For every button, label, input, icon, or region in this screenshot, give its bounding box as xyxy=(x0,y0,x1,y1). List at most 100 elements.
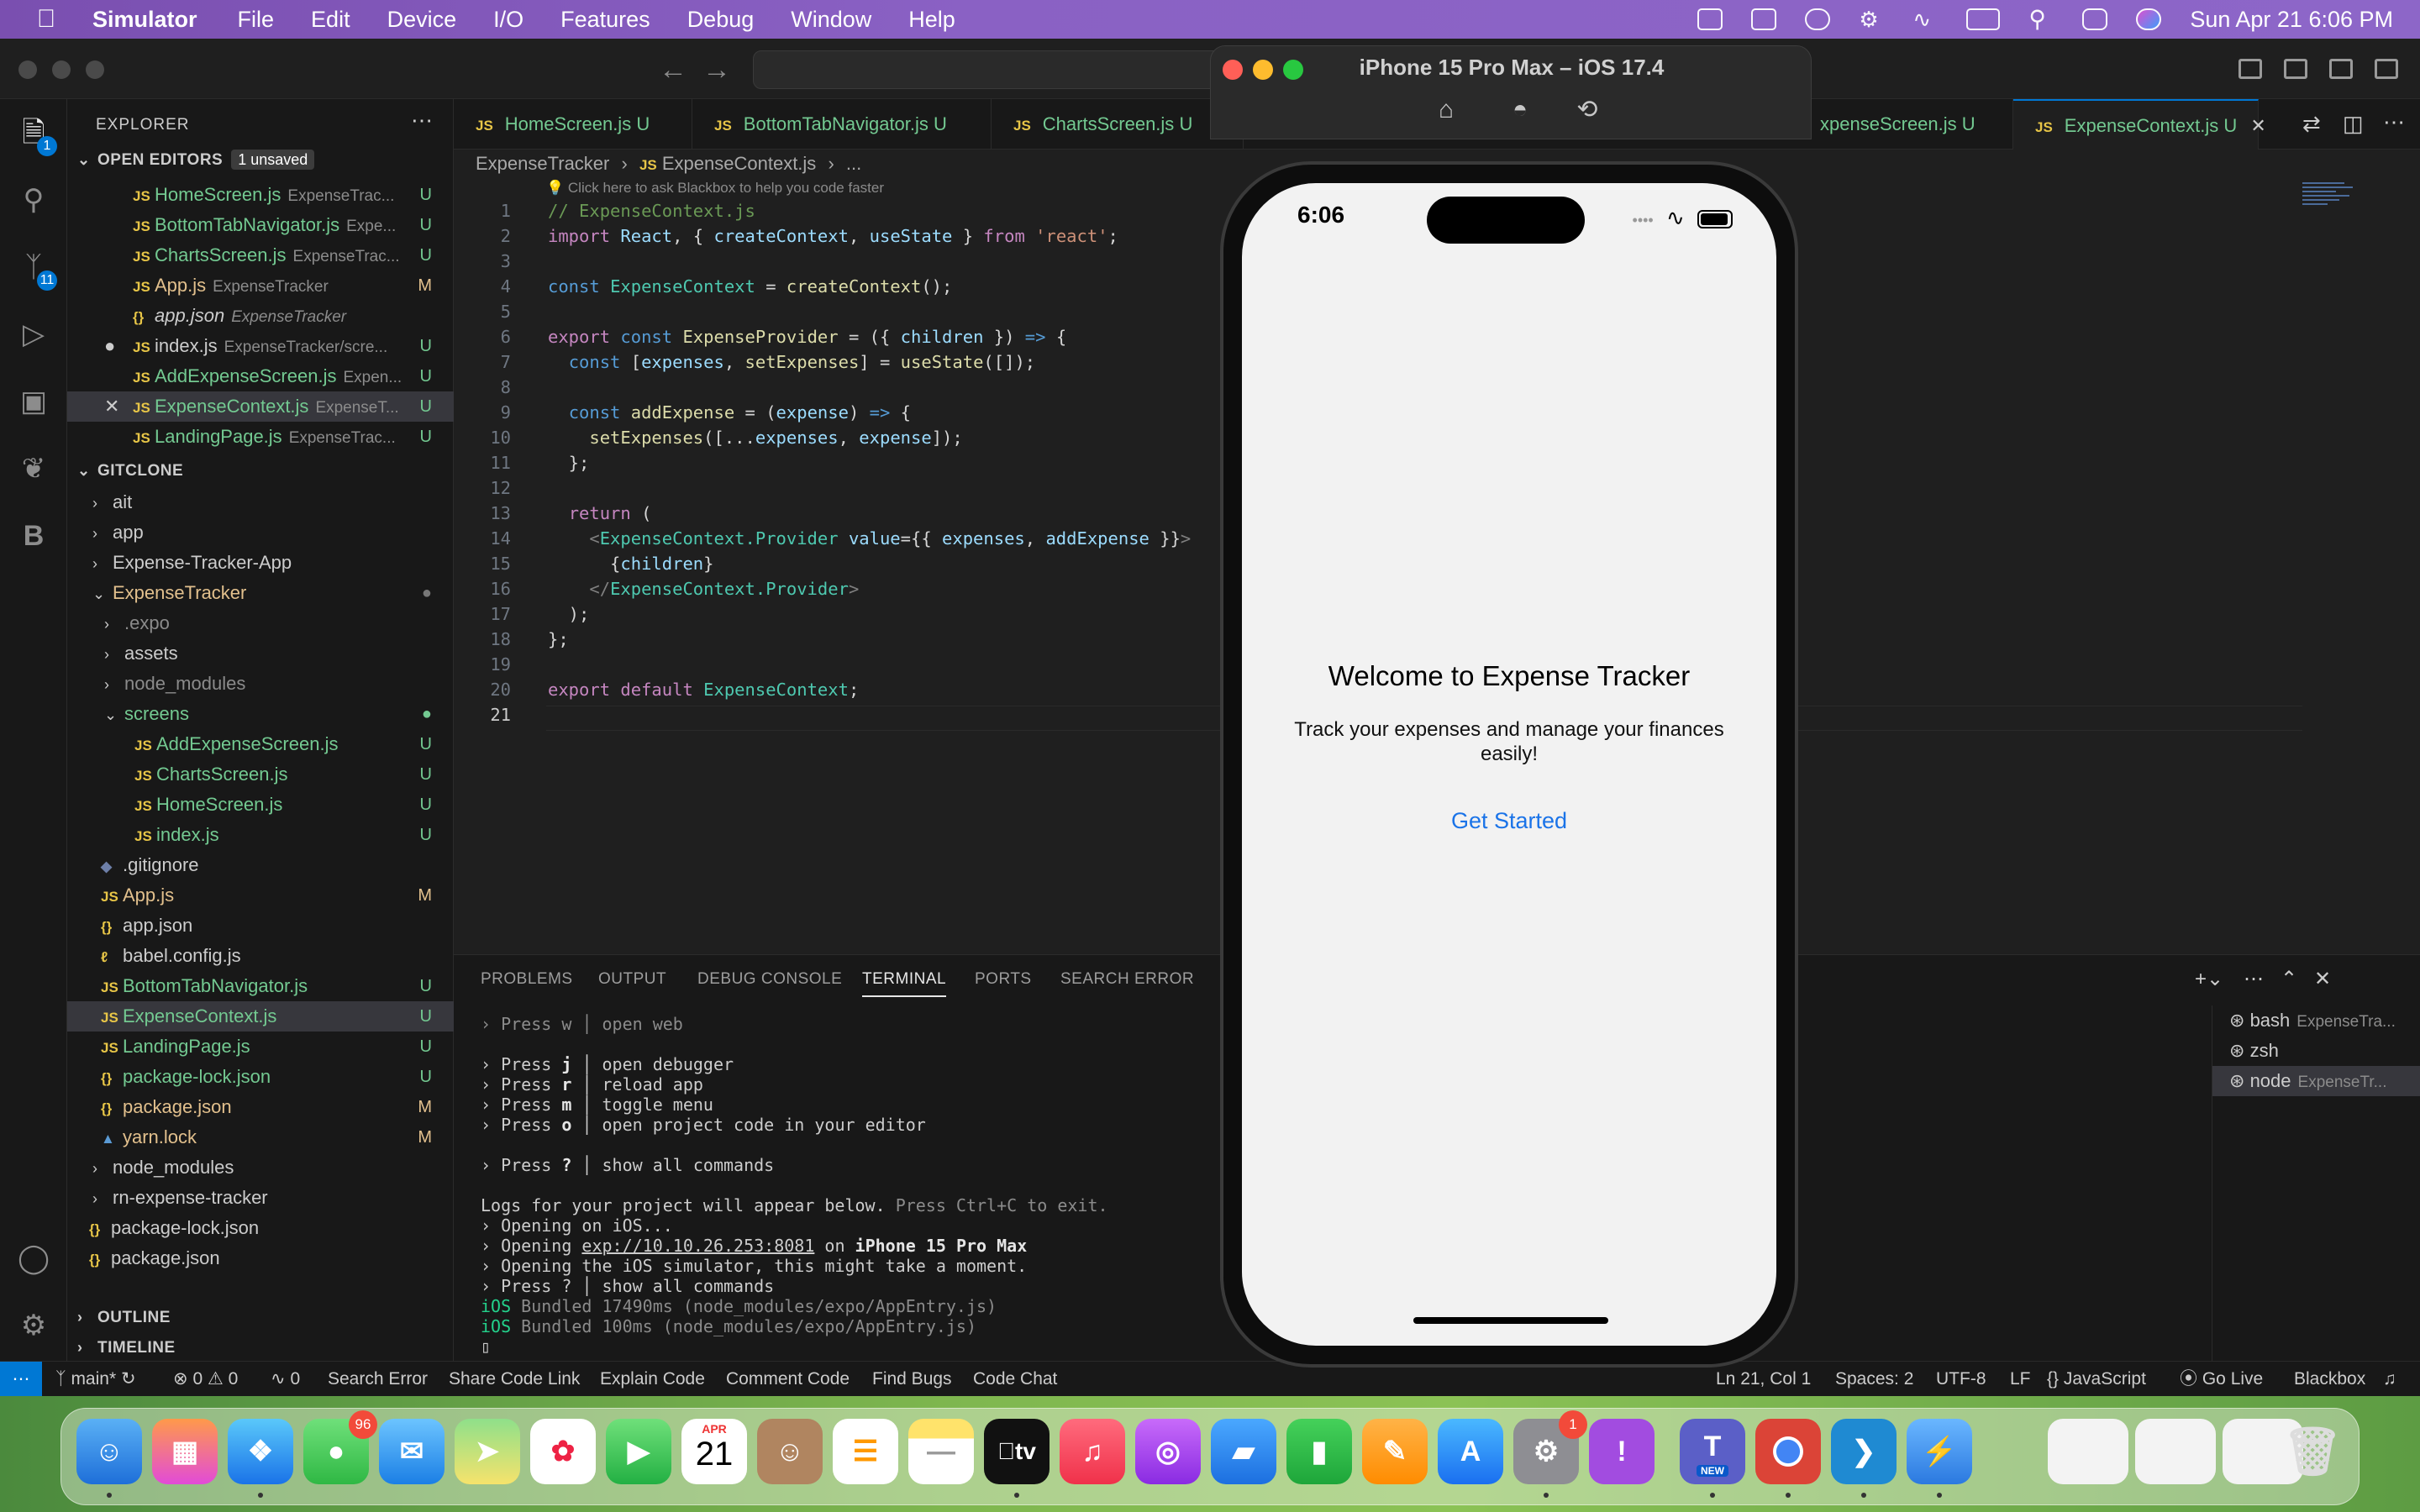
timeline-header[interactable]: › TIMELINE xyxy=(77,1339,176,1357)
tree-folder[interactable]: › node_modules xyxy=(67,669,454,699)
open-editor-item[interactable]: JS BottomTabNavigator.js Expe... U xyxy=(67,210,454,240)
tree-file[interactable]: ◆ .gitignore xyxy=(67,850,454,880)
tree-file[interactable]: {} package.json M xyxy=(67,1092,454,1122)
zoom-window-button[interactable] xyxy=(86,60,104,79)
tab-search-error[interactable]: SEARCH ERROR xyxy=(1060,970,1194,989)
tree-file[interactable]: JS index.js U xyxy=(67,820,454,850)
open-editor-item[interactable]: JS App.js ExpenseTracker M xyxy=(67,270,454,301)
search-icon[interactable]: ⚲ xyxy=(2028,8,2054,31)
breadcrumb-file[interactable]: ExpenseContext.js xyxy=(662,153,816,174)
terminal-item-node[interactable]: ⊛ node ExpenseTr... xyxy=(2212,1066,2420,1096)
accounts-icon[interactable]: ◯ xyxy=(17,1242,50,1275)
minimap[interactable] xyxy=(2302,180,2361,230)
tree-file[interactable]: ℓ babel.config.js xyxy=(67,941,454,971)
facetime-icon[interactable]: ▶ xyxy=(606,1419,671,1484)
battery-icon[interactable] xyxy=(1966,8,2001,30)
minimize-window-button[interactable] xyxy=(52,60,71,79)
tree-folder[interactable]: ⌄ screens ● xyxy=(67,699,454,729)
calendar-icon[interactable]: APR 21 xyxy=(681,1419,747,1484)
toggle-panel-icon[interactable] xyxy=(2284,59,2307,79)
status-indentation[interactable]: Spaces: 2 xyxy=(1835,1362,1913,1397)
menu-app-name[interactable]: Simulator xyxy=(92,7,197,33)
open-editor-item[interactable]: JS LandingPage.js ExpenseTrac... U xyxy=(67,422,454,452)
mongodb-leaf-icon[interactable]: ❦ xyxy=(17,452,50,486)
terminal-item-bash[interactable]: ⊛ bash ExpenseTra... xyxy=(2212,1005,2420,1036)
teams-icon[interactable]: T NEW xyxy=(1680,1419,1745,1484)
minimized-window-thumbnail[interactable] xyxy=(2135,1419,2216,1484)
back-arrow-icon[interactable]: ← xyxy=(659,54,687,87)
settings-gear-icon[interactable]: ⚙ xyxy=(17,1309,50,1342)
open-editor-item[interactable]: JS ChartsScreen.js ExpenseTrac... U xyxy=(67,240,454,270)
mail-icon[interactable]: ✉ xyxy=(379,1419,445,1484)
photos-icon[interactable]: ✿ xyxy=(530,1419,596,1484)
iphone-screen[interactable]: 6:06 •••• ∿ Welcome to Expense Tracker T… xyxy=(1242,183,1776,1346)
trash-icon[interactable]: 🗑 xyxy=(2280,1419,2345,1484)
maximize-panel-icon[interactable]: ⌃ xyxy=(2281,967,2297,991)
menu-io[interactable]: I/O xyxy=(493,7,523,33)
tree-file-selected[interactable]: JS ExpenseContext.js U xyxy=(67,1001,454,1032)
screen-share-icon[interactable] xyxy=(1697,8,1723,30)
tree-folder[interactable]: › Expense-Tracker-App xyxy=(67,548,454,578)
menu-help[interactable]: Help xyxy=(908,7,955,33)
open-editor-item[interactable]: {} app.json ExpenseTracker xyxy=(67,301,454,331)
breadcrumb-more[interactable]: ... xyxy=(846,153,861,174)
explorer-icon[interactable]: 🗎 1 xyxy=(17,116,57,156)
tree-file[interactable]: {} package.json xyxy=(67,1243,454,1273)
status-go-live[interactable]: ⦿ Go Live xyxy=(2180,1362,2263,1397)
status-search-error[interactable]: Search Error xyxy=(328,1362,428,1397)
maps-icon[interactable]: ➤ xyxy=(455,1419,520,1484)
display-icon[interactable] xyxy=(1751,8,1777,30)
contacts-icon[interactable]: ☺ xyxy=(757,1419,823,1484)
explorer-more-icon[interactable]: ⋯ xyxy=(411,108,433,134)
status-code-chat[interactable]: Code Chat xyxy=(973,1362,1057,1397)
feedback-assistant-icon[interactable]: ! xyxy=(1589,1419,1655,1484)
tab-ports[interactable]: PORTS xyxy=(975,970,1032,989)
tree-file[interactable]: JS BottomTabNavigator.js U xyxy=(67,971,454,1001)
status-eol[interactable]: LF xyxy=(2010,1362,2031,1397)
system-settings-icon[interactable]: ⚙ 1 xyxy=(1513,1410,1587,1484)
tree-file[interactable]: JS AddExpenseScreen.js U xyxy=(67,729,454,759)
tree-file[interactable]: JS ChartsScreen.js U xyxy=(67,759,454,790)
tab-debug-console[interactable]: DEBUG CONSOLE xyxy=(697,970,842,989)
open-editor-item[interactable]: JS AddExpenseScreen.js Expen... U xyxy=(67,361,454,391)
status-encoding[interactable]: UTF-8 xyxy=(1936,1362,1986,1397)
reminders-icon[interactable]: ☰ xyxy=(833,1419,898,1484)
close-editor-icon[interactable]: ✕ xyxy=(104,391,133,422)
tab-homescreen[interactable]: JS HomeScreen.js U xyxy=(454,99,692,150)
tree-file[interactable]: {} package-lock.json xyxy=(67,1213,454,1243)
tree-file[interactable]: JS HomeScreen.js U xyxy=(67,790,454,820)
menu-features[interactable]: Features xyxy=(560,7,650,33)
open-editors-header[interactable]: ⌄ OPEN EDITORS 1 unsaved xyxy=(77,150,315,170)
split-editor-icon[interactable]: ◫ xyxy=(2343,111,2364,137)
notifications-bell-icon[interactable]: ♫ xyxy=(2383,1362,2396,1397)
tree-file[interactable]: ▲ yarn.lock M xyxy=(67,1122,454,1152)
breadcrumb-folder[interactable]: ExpenseTracker xyxy=(476,153,609,174)
problems-indicator[interactable]: ⊗ 0 ⚠ 0 xyxy=(173,1362,238,1397)
safari-icon[interactable]: ❖ xyxy=(228,1419,293,1484)
close-tab-icon[interactable]: ✕ xyxy=(2250,115,2265,136)
forward-arrow-icon[interactable]: → xyxy=(702,54,731,87)
blackbox-icon[interactable]: B xyxy=(17,519,50,553)
status-explain-code[interactable]: Explain Code xyxy=(600,1362,705,1397)
run-debug-icon[interactable]: ▷ xyxy=(17,318,50,351)
apple-menu-icon[interactable]:  xyxy=(0,5,92,34)
messages-icon[interactable]: ● 96 xyxy=(303,1410,377,1484)
tab-problems[interactable]: PROBLEMS xyxy=(481,970,573,989)
tree-file[interactable]: JS LandingPage.js U xyxy=(67,1032,454,1062)
vscode-icon[interactable]: ❯ xyxy=(1831,1419,1897,1484)
search-icon[interactable]: ⚲ xyxy=(17,183,50,217)
remote-indicator-icon[interactable]: ⋯ xyxy=(0,1362,42,1397)
app-store-icon[interactable]: A xyxy=(1438,1419,1503,1484)
workspace-header[interactable]: ⌄ GITCLONE xyxy=(77,462,183,480)
tab-chartsscreen[interactable]: JS ChartsScreen.js U xyxy=(992,99,1244,150)
rotate-icon[interactable]: ⟲ xyxy=(1574,97,1601,123)
close-panel-icon[interactable]: ✕ xyxy=(2314,967,2331,991)
podcasts-icon[interactable]: ◎ xyxy=(1135,1419,1201,1484)
close-window-button[interactable] xyxy=(18,60,37,79)
status-share-code-link[interactable]: Share Code Link xyxy=(449,1362,580,1397)
music-icon[interactable]: ♫ xyxy=(1060,1419,1125,1484)
menu-file[interactable]: File xyxy=(238,7,275,33)
tree-file[interactable]: {} app.json xyxy=(67,911,454,941)
toggle-secondary-sidebar-icon[interactable] xyxy=(2329,59,2353,79)
tree-folder[interactable]: › assets xyxy=(67,638,454,669)
